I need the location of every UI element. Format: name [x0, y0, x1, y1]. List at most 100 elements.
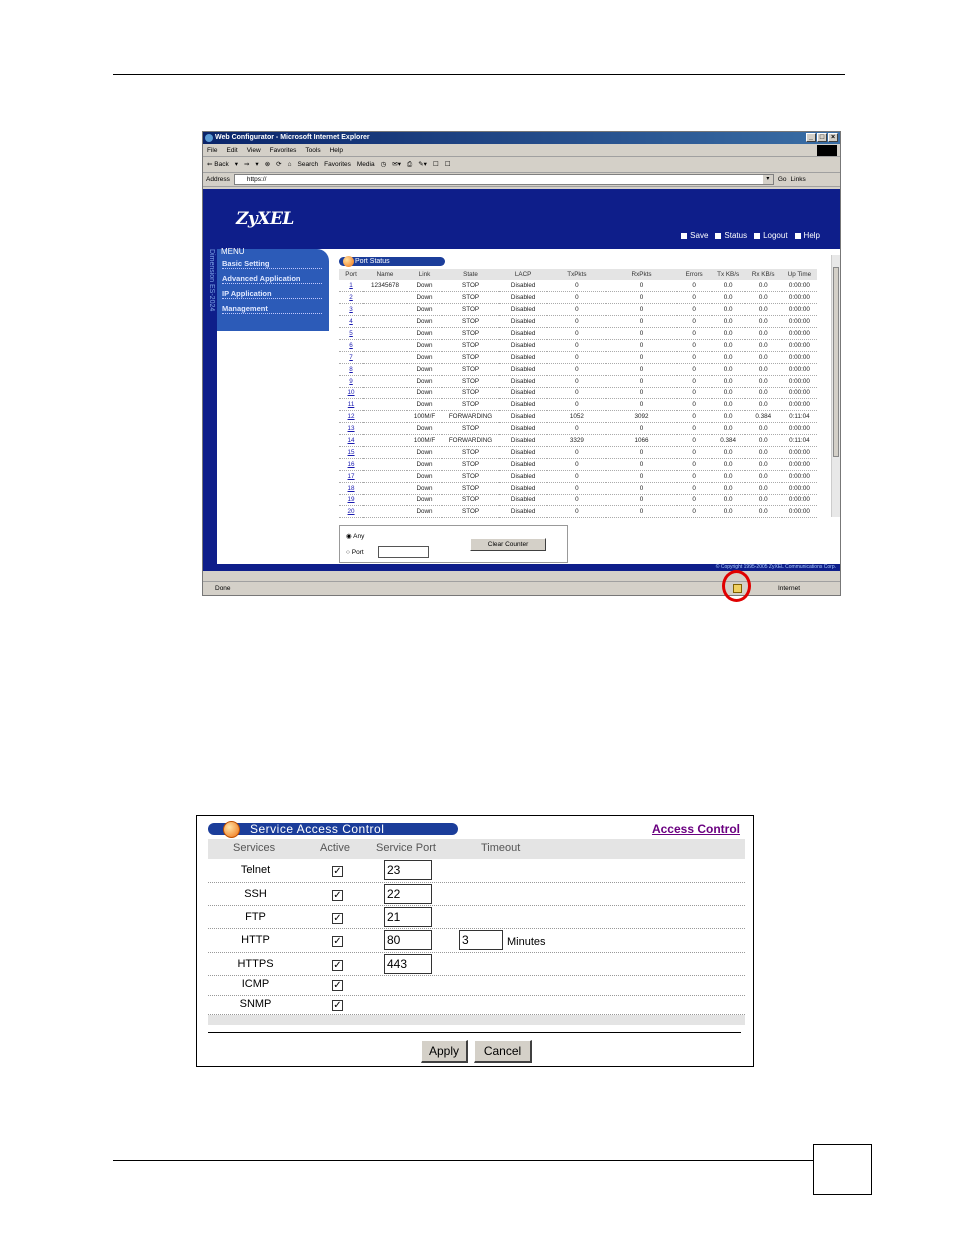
- port-link[interactable]: 6: [349, 342, 353, 349]
- service-port-input[interactable]: 23: [384, 860, 432, 880]
- sidebar-item-basic-setting[interactable]: Basic Setting: [222, 259, 322, 269]
- timeout-input[interactable]: 3: [459, 930, 503, 950]
- active-checkbox[interactable]: ✓: [332, 1000, 343, 1011]
- refresh-icon[interactable]: ⟳: [276, 157, 281, 172]
- port-link[interactable]: 16: [348, 461, 355, 468]
- chevron-down-icon[interactable]: ▾: [762, 175, 773, 184]
- menu-favorites[interactable]: Favorites: [270, 144, 297, 156]
- port-link[interactable]: 15: [348, 449, 355, 456]
- sidebar-strip: [203, 189, 217, 571]
- table-cell: 0:00:00: [781, 458, 817, 471]
- menu-help[interactable]: Help: [330, 144, 343, 156]
- minimize-icon[interactable]: _: [806, 133, 816, 142]
- port-link[interactable]: 17: [348, 473, 355, 480]
- mail-icon[interactable]: ✉▾: [392, 157, 401, 172]
- port-link[interactable]: 11: [348, 401, 355, 408]
- port-link[interactable]: 2: [349, 294, 353, 301]
- table-cell: 0.0: [711, 494, 745, 507]
- port-link[interactable]: 9: [349, 378, 353, 385]
- port-link[interactable]: 3: [349, 306, 353, 313]
- table-cell: Down: [406, 398, 443, 412]
- scrollbar[interactable]: [831, 255, 840, 517]
- active-checkbox[interactable]: ✓: [332, 980, 343, 991]
- port-link[interactable]: 5: [349, 330, 353, 337]
- port-link[interactable]: 7: [349, 354, 353, 361]
- radio-any[interactable]: ◉ Any: [346, 532, 364, 540]
- table-cell: 0: [547, 327, 607, 340]
- search-button[interactable]: Search: [298, 157, 319, 172]
- table-cell: 0.0: [744, 398, 782, 412]
- port-link[interactable]: 18: [348, 485, 355, 492]
- table-row: 15 Down STOP Disabled 0 0 0 0.0 0.0 0:00:00: [339, 446, 817, 459]
- go-button[interactable]: Go: [778, 173, 787, 187]
- close-icon[interactable]: ×: [828, 133, 838, 142]
- orange-ball-icon: [223, 821, 240, 838]
- radio-port[interactable]: ○ Port: [346, 549, 364, 556]
- apply-button[interactable]: Apply: [421, 1040, 468, 1063]
- active-checkbox[interactable]: ✓: [332, 960, 343, 971]
- sidebar-item-management[interactable]: Management: [222, 304, 322, 314]
- port-link[interactable]: 20: [348, 508, 355, 515]
- sidebar-item-advanced-application[interactable]: Advanced Application: [222, 274, 322, 284]
- port-link[interactable]: 10: [348, 389, 355, 396]
- forward-button[interactable]: ⇒: [244, 157, 249, 172]
- sidebar-item-ip-application[interactable]: IP Application: [222, 289, 322, 299]
- links-button[interactable]: Links: [791, 173, 806, 187]
- table-row: 17 Down STOP Disabled 0 0 0 0.0 0.0 0:00:00: [339, 470, 817, 483]
- service-port-input[interactable]: 80: [384, 930, 432, 950]
- active-checkbox[interactable]: ✓: [332, 890, 343, 901]
- table-cell: Disabled: [499, 387, 548, 400]
- scrollbar-thumb[interactable]: [833, 267, 839, 457]
- menu-label: MENU: [221, 247, 245, 256]
- discuss-icon[interactable]: ☐: [433, 157, 439, 172]
- cancel-button[interactable]: Cancel: [474, 1040, 532, 1063]
- home-icon[interactable]: ⌂: [288, 157, 292, 172]
- port-link[interactable]: 12: [348, 413, 355, 420]
- menu-tools[interactable]: Tools: [305, 144, 320, 156]
- port-link[interactable]: 8: [349, 366, 353, 373]
- logout-link[interactable]: Logout: [754, 231, 788, 240]
- save-link[interactable]: Save: [681, 231, 708, 240]
- table-cell: 0: [547, 505, 607, 519]
- table-cell: STOP: [442, 470, 500, 483]
- service-port-input[interactable]: 22: [384, 884, 432, 904]
- status-link[interactable]: Status: [715, 231, 747, 240]
- port-input[interactable]: [378, 546, 429, 558]
- table-cell: FORWARDING: [442, 434, 500, 447]
- port-link[interactable]: 19: [348, 496, 355, 503]
- table-cell: [363, 363, 407, 376]
- table-cell: 0.0: [744, 458, 782, 471]
- edit-icon[interactable]: ✎▾: [418, 157, 427, 172]
- back-dropdown-icon[interactable]: ▾: [235, 157, 238, 172]
- access-control-link[interactable]: Access Control: [652, 822, 740, 836]
- port-link[interactable]: 4: [349, 318, 353, 325]
- media-button[interactable]: Media: [357, 157, 375, 172]
- port-link[interactable]: 14: [348, 437, 355, 444]
- table-cell: 0: [676, 291, 712, 305]
- menu-edit[interactable]: Edit: [226, 144, 237, 156]
- messenger-icon[interactable]: ☐: [445, 157, 451, 172]
- maximize-icon[interactable]: □: [817, 133, 827, 142]
- clear-counter-button[interactable]: Clear Counter: [470, 538, 546, 551]
- active-checkbox[interactable]: ✓: [332, 866, 343, 877]
- port-link[interactable]: 13: [348, 425, 355, 432]
- menu-view[interactable]: View: [247, 144, 261, 156]
- browser-title-bar: Web Configurator - Microsoft Internet Ex…: [203, 132, 840, 144]
- print-icon[interactable]: ⎙: [407, 157, 412, 172]
- service-port-input[interactable]: 21: [384, 907, 432, 927]
- active-checkbox[interactable]: ✓: [332, 936, 343, 947]
- table-cell: 0.0: [711, 422, 745, 436]
- help-link[interactable]: Help: [794, 231, 820, 240]
- forward-dropdown-icon[interactable]: ▾: [255, 157, 258, 172]
- browser-menubar: File Edit View Favorites Tools Help: [203, 144, 840, 157]
- favorites-button[interactable]: Favorites: [324, 157, 351, 172]
- table-cell: 0.0: [711, 398, 745, 412]
- stop-icon[interactable]: ⊗: [265, 157, 270, 172]
- back-button[interactable]: ⇐ Back: [207, 157, 229, 172]
- menu-file[interactable]: File: [207, 144, 217, 156]
- active-checkbox[interactable]: ✓: [332, 913, 343, 924]
- port-link[interactable]: 1: [349, 282, 353, 289]
- address-input[interactable]: https:// ▾: [233, 174, 774, 185]
- history-icon[interactable]: ◷: [381, 157, 387, 172]
- service-port-input[interactable]: 443: [384, 954, 432, 974]
